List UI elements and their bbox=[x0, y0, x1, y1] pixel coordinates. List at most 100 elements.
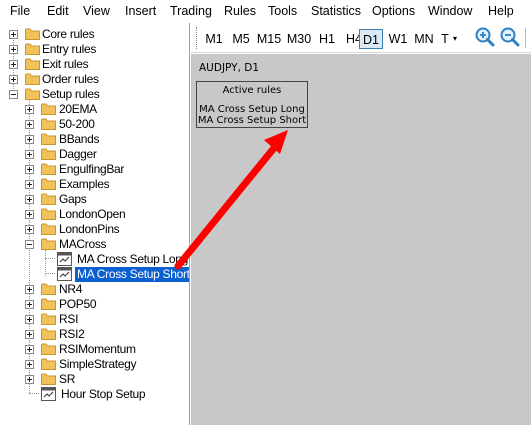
collapse-icon[interactable] bbox=[25, 240, 34, 249]
menu-statistics[interactable]: Statistics bbox=[311, 4, 361, 18]
zoom-out-icon[interactable] bbox=[499, 26, 521, 48]
tree-node-label: MA Cross Setup Long bbox=[77, 252, 189, 266]
expand-icon[interactable] bbox=[9, 60, 18, 69]
tree-node-simplestrategy[interactable]: SimpleStrategy bbox=[0, 357, 189, 372]
menu-window[interactable]: Window bbox=[428, 4, 472, 18]
expand-icon[interactable] bbox=[25, 300, 34, 309]
tree-node-londonopen[interactable]: LondonOpen bbox=[0, 207, 189, 222]
folder-icon bbox=[41, 283, 56, 295]
tree-node-entry-rules[interactable]: Entry rules bbox=[0, 42, 189, 57]
tree-node-label: SR bbox=[59, 372, 76, 386]
expand-icon[interactable] bbox=[25, 360, 34, 369]
folder-icon bbox=[25, 28, 40, 40]
folder-icon bbox=[41, 358, 56, 370]
tree-node-exit-rules[interactable]: Exit rules bbox=[0, 57, 189, 72]
tree-node-macross[interactable]: MACross bbox=[0, 237, 189, 252]
tree-node-rsi[interactable]: RSI bbox=[0, 312, 189, 327]
expand-icon[interactable] bbox=[9, 30, 18, 39]
tree-node-label: 20EMA bbox=[59, 102, 97, 116]
menu-file[interactable]: File bbox=[10, 4, 30, 18]
menu-tools[interactable]: Tools bbox=[268, 4, 297, 18]
expand-icon[interactable] bbox=[25, 150, 34, 159]
tree-node-ma-cross-setup-long[interactable]: MA Cross Setup Long bbox=[0, 252, 189, 267]
tree-node-rsimomentum[interactable]: RSIMomentum bbox=[0, 342, 189, 357]
active-rules-box: Active rules MA Cross Setup Long MA Cros… bbox=[196, 81, 308, 128]
rules-tree-panel: Core rules Entry rules Exit rules Order … bbox=[0, 23, 190, 425]
menu-bar: File Edit View Insert Trading Rules Tool… bbox=[0, 0, 531, 23]
collapse-icon[interactable] bbox=[9, 90, 18, 99]
template-dropdown-icon[interactable]: ▾ bbox=[451, 29, 459, 49]
expand-icon[interactable] bbox=[25, 165, 34, 174]
menu-trading[interactable]: Trading bbox=[170, 4, 212, 18]
timeframe-m5-button[interactable]: M5 bbox=[229, 29, 253, 49]
expand-icon[interactable] bbox=[25, 330, 34, 339]
tree-node-label: EngulfingBar bbox=[59, 162, 125, 176]
tree-node-dagger[interactable]: Dagger bbox=[0, 147, 189, 162]
tree-node-label: RSI bbox=[59, 312, 79, 326]
tree-node-label: Setup rules bbox=[42, 87, 100, 101]
expand-icon[interactable] bbox=[25, 285, 34, 294]
timeframe-toolbar: M1 M5 M15 M30 H1 H4 D1 W1 MN T ▾ bbox=[191, 23, 531, 53]
tree-node-core-rules[interactable]: Core rules bbox=[0, 27, 189, 42]
tree-node-rsi2[interactable]: RSI2 bbox=[0, 327, 189, 342]
expand-icon[interactable] bbox=[25, 180, 34, 189]
expand-icon[interactable] bbox=[25, 105, 34, 114]
menu-edit[interactable]: Edit bbox=[47, 4, 69, 18]
timeframe-d1-button[interactable]: D1 bbox=[359, 29, 383, 49]
tree-node-londonpins[interactable]: LondonPins bbox=[0, 222, 189, 237]
timeframe-m15-button[interactable]: M15 bbox=[254, 29, 284, 49]
tree-node-examples[interactable]: Examples bbox=[0, 177, 189, 192]
tree-node-20ema[interactable]: 20EMA bbox=[0, 102, 189, 117]
timeframe-mn-button[interactable]: MN bbox=[412, 29, 436, 49]
expand-icon[interactable] bbox=[25, 210, 34, 219]
menu-insert[interactable]: Insert bbox=[125, 4, 156, 18]
tree-node-label: Hour Stop Setup bbox=[61, 387, 146, 401]
tree-node-pop50[interactable]: POP50 bbox=[0, 297, 189, 312]
expand-icon[interactable] bbox=[9, 75, 18, 84]
tree-node-engulfingbar[interactable]: EngulfingBar bbox=[0, 162, 189, 177]
tree-node-label: Gaps bbox=[59, 192, 87, 206]
menu-help[interactable]: Help bbox=[488, 4, 514, 18]
expand-icon[interactable] bbox=[25, 195, 34, 204]
tree-node-bbands[interactable]: BBands bbox=[0, 132, 189, 147]
tree-node-label: POP50 bbox=[59, 297, 97, 311]
expand-icon[interactable] bbox=[25, 315, 34, 324]
rule-file-icon bbox=[41, 387, 56, 401]
tree-node-sr[interactable]: SR bbox=[0, 372, 189, 387]
folder-icon bbox=[41, 148, 56, 160]
tree-node-nr4[interactable]: NR4 bbox=[0, 282, 189, 297]
folder-icon bbox=[41, 208, 56, 220]
tree-node-order-rules[interactable]: Order rules bbox=[0, 72, 189, 87]
expand-icon[interactable] bbox=[25, 225, 34, 234]
template-button[interactable]: T bbox=[438, 29, 452, 49]
expand-icon[interactable] bbox=[9, 45, 18, 54]
folder-icon bbox=[25, 58, 40, 70]
expand-icon[interactable] bbox=[25, 135, 34, 144]
timeframe-m30-button[interactable]: M30 bbox=[284, 29, 314, 49]
tree-node-hour-stop-setup[interactable]: Hour Stop Setup bbox=[0, 387, 189, 402]
expand-icon[interactable] bbox=[25, 345, 34, 354]
toolbar-grip[interactable] bbox=[196, 27, 198, 49]
chart-window[interactable]: AUDJPY, D1 Active rules MA Cross Setup L… bbox=[191, 54, 531, 425]
tree-node-label: LondonPins bbox=[59, 222, 120, 236]
menu-view[interactable]: View bbox=[83, 4, 110, 18]
menu-options[interactable]: Options bbox=[372, 4, 415, 18]
folder-icon bbox=[25, 73, 40, 85]
tree-node-ma-cross-setup-short[interactable]: MA Cross Setup Short bbox=[0, 267, 190, 282]
folder-icon bbox=[41, 118, 56, 130]
expand-icon[interactable] bbox=[25, 375, 34, 384]
tree-node-gaps[interactable]: Gaps bbox=[0, 192, 189, 207]
tree-node-label: 50-200 bbox=[59, 117, 95, 131]
timeframe-w1-button[interactable]: W1 bbox=[386, 29, 410, 49]
tree-node-label: BBands bbox=[59, 132, 100, 146]
tree-node-label: SimpleStrategy bbox=[59, 357, 137, 371]
expand-icon[interactable] bbox=[25, 120, 34, 129]
zoom-in-icon[interactable] bbox=[474, 26, 496, 48]
tree-node-label-selected: MA Cross Setup Short bbox=[75, 267, 190, 282]
timeframe-m1-button[interactable]: M1 bbox=[202, 29, 226, 49]
menu-rules[interactable]: Rules bbox=[224, 4, 256, 18]
tree-node-setup-rules[interactable]: Setup rules bbox=[0, 87, 189, 102]
tree-node-50-200[interactable]: 50-200 bbox=[0, 117, 189, 132]
folder-icon bbox=[41, 133, 56, 145]
timeframe-h1-button[interactable]: H1 bbox=[315, 29, 339, 49]
